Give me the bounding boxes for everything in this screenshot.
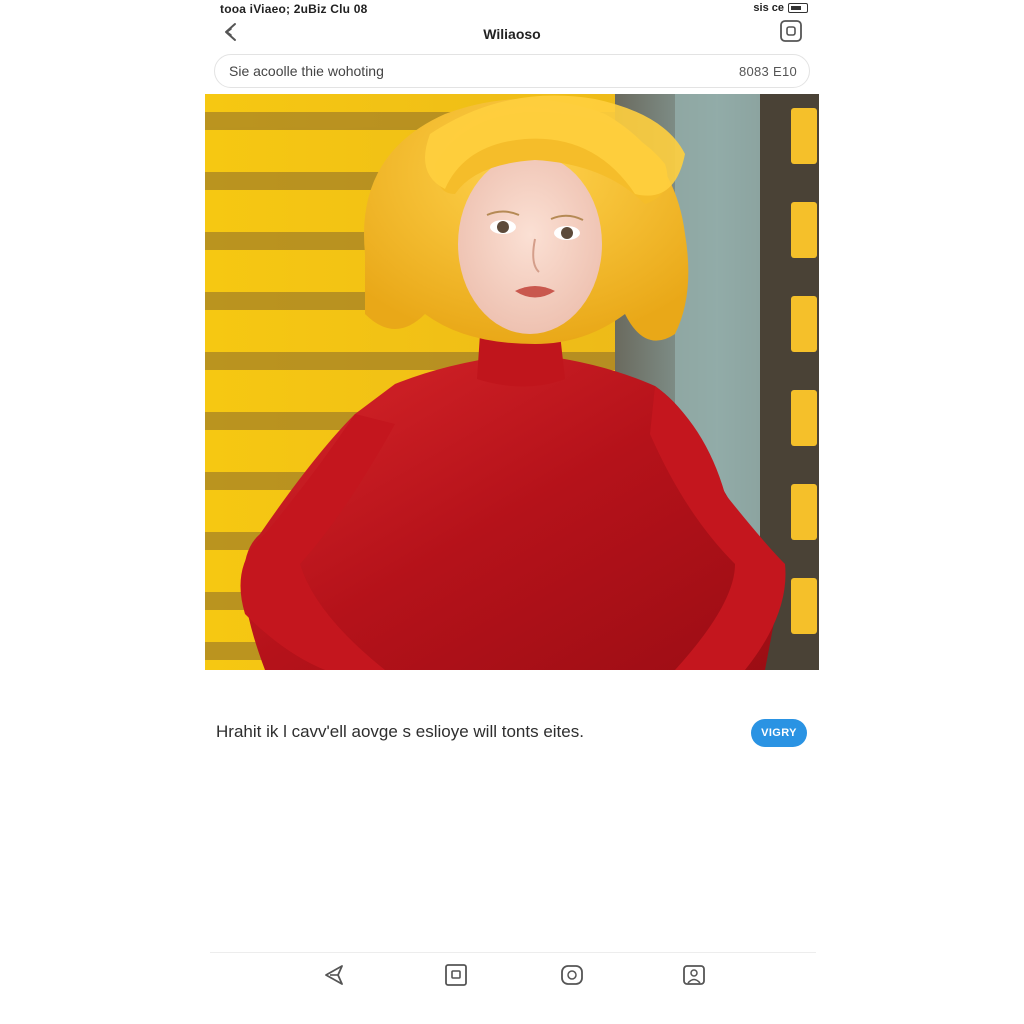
nav-gallery-button[interactable] bbox=[442, 961, 470, 989]
arrow-left-icon bbox=[225, 23, 236, 41]
status-bar-left: tooa iViaeo; 2uBiz Clu 08 bbox=[220, 2, 368, 16]
profile-icon bbox=[683, 965, 705, 985]
main-photo bbox=[205, 94, 819, 670]
status-indicators: sis ce bbox=[753, 2, 784, 14]
view-button[interactable]: VIGRY bbox=[751, 719, 807, 747]
search-bar[interactable]: 8083 E10 bbox=[214, 54, 810, 88]
nav-send-button[interactable] bbox=[320, 961, 348, 989]
bottom-nav-divider bbox=[210, 952, 816, 953]
search-input[interactable] bbox=[227, 62, 651, 80]
post-caption: Hrahit ik l cavv'ell aovge s eslioye wil… bbox=[216, 722, 584, 741]
battery-icon bbox=[788, 3, 808, 13]
chat-icon bbox=[561, 965, 583, 985]
square-icon bbox=[780, 20, 802, 42]
search-meta: 8083 E10 bbox=[738, 63, 797, 79]
header-action-button[interactable] bbox=[778, 18, 804, 44]
nav-chat-button[interactable] bbox=[558, 961, 586, 989]
square-icon bbox=[445, 964, 467, 986]
portrait-image bbox=[205, 94, 819, 670]
page-title: Wiliaoso bbox=[483, 26, 541, 42]
back-button[interactable] bbox=[218, 18, 246, 46]
send-icon bbox=[325, 965, 343, 985]
status-bar-right: sis ce bbox=[753, 2, 808, 14]
nav-profile-button[interactable] bbox=[680, 961, 708, 989]
